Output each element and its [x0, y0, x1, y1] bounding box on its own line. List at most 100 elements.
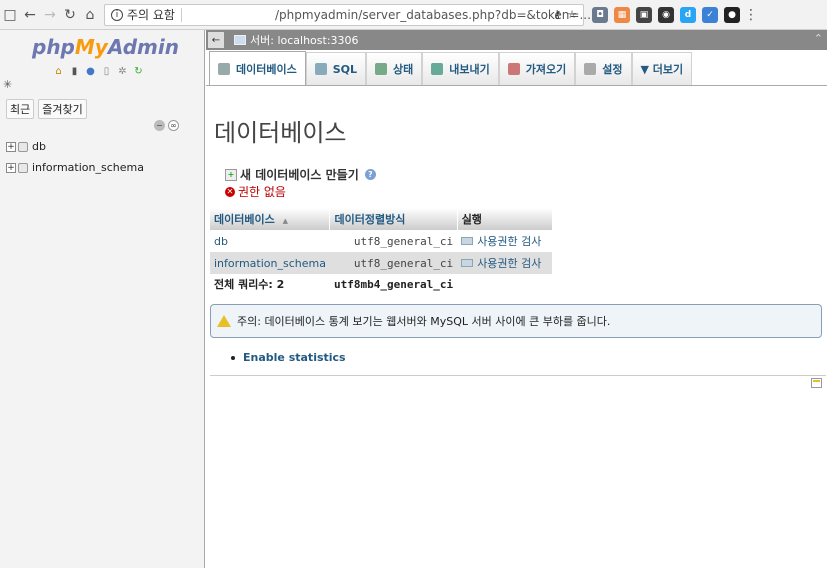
phpmyadmin-logo[interactable]: phpMyAdmin	[32, 35, 179, 59]
ext-dark-icon[interactable]: ▣	[636, 6, 652, 23]
error-icon: ✕	[225, 186, 235, 197]
check-privileges-cell: 사용권한 검사	[457, 230, 553, 252]
check-privileges-link[interactable]: 사용권한 검사	[461, 233, 548, 249]
logo-php: php	[32, 35, 75, 59]
settings-gear-icon[interactable]: ✲	[116, 65, 129, 78]
create-database-link[interactable]: + 새 데이터베이스 만들기 ?	[225, 166, 376, 183]
sort-ascending-icon: ▲	[282, 217, 288, 225]
databases-table: 데이터베이스 ▲ 데이터정렬방식 실행 db utf8_general_ci 사…	[210, 208, 553, 294]
check-privileges-label[interactable]: 사용권한 검사	[477, 233, 541, 249]
bullet-icon	[231, 355, 235, 360]
security-label: 주의 요함	[127, 8, 175, 22]
tab-2[interactable]: 상태	[366, 52, 423, 85]
logo-my: My	[74, 35, 108, 59]
tab-label[interactable]: ▼ 더보기	[641, 61, 684, 77]
tab-label[interactable]: 가져오기	[526, 61, 566, 77]
refresh-icon[interactable]: ↻	[132, 65, 145, 78]
tab-label[interactable]: 내보내기	[449, 61, 489, 77]
table-total-row: 전체 쿼리수: 2 utf8mb4_general_ci	[210, 274, 553, 294]
tab-5[interactable]: 설정	[575, 52, 632, 85]
tab-icon	[375, 63, 388, 75]
ext-shield-icon[interactable]: ◘	[592, 6, 608, 23]
info-icon: i	[111, 8, 123, 21]
tab-4[interactable]: 가져오기	[498, 52, 576, 85]
help-icon[interactable]: ?	[364, 169, 376, 180]
check-privileges-label[interactable]: 사용권한 검사	[477, 255, 541, 271]
server-label[interactable]: 서버: localhost:3306	[250, 32, 359, 48]
check-privileges-link[interactable]: 사용권한 검사	[461, 255, 548, 271]
console-toggle-icon[interactable]	[811, 378, 822, 388]
security-indicator[interactable]: i 주의 요함	[105, 7, 182, 22]
tab-0[interactable]: 데이터베이스	[209, 51, 306, 85]
tab-label[interactable]: SQL	[333, 63, 357, 76]
loading-spinner-icon: ✳	[3, 78, 13, 91]
ext-d-icon[interactable]: d	[680, 6, 696, 23]
divider	[210, 375, 826, 376]
nav-toggle-arrow-icon[interactable]: ←	[208, 32, 224, 48]
column-header-collation[interactable]: 데이터정렬방식	[329, 208, 458, 230]
logo-admin: Admin	[107, 35, 179, 59]
link-icon[interactable]: ∞	[168, 120, 179, 131]
ext-check-icon[interactable]: ✓	[702, 6, 718, 23]
tree-item-label[interactable]: db	[32, 140, 46, 153]
tab-label[interactable]: 설정	[602, 61, 622, 77]
recent-tab[interactable]: 최근	[6, 99, 35, 119]
ext-profile-icon[interactable]: ●	[724, 6, 740, 23]
tab-icon	[314, 63, 327, 75]
url-text[interactable]: /phpmyadmin/server_databases.php?db=&tok…	[275, 8, 591, 22]
navigation-panel: phpMyAdmin ⌂ ▮ ● ▯ ✲ ↻ ✳ 최근 즐겨찾기 − ∞ + d…	[0, 30, 205, 568]
server-breadcrumb: ← 서버: localhost:3306 ⌃	[206, 30, 827, 50]
key-icon[interactable]: ⚷	[553, 8, 561, 21]
expand-icon[interactable]: +	[6, 162, 16, 173]
address-bar[interactable]: i 주의 요함 /phpmyadmin/server_databases.php…	[104, 3, 591, 26]
total-collation: utf8mb4_general_ci	[329, 274, 458, 294]
tab-label[interactable]: 상태	[393, 61, 413, 77]
collation-value: utf8_general_ci	[329, 230, 458, 252]
favorites-tab[interactable]: 즐겨찾기	[38, 99, 87, 119]
database-name[interactable]: db	[210, 230, 330, 252]
column-header-database[interactable]: 데이터베이스 ▲	[210, 208, 331, 230]
home-icon[interactable]: ⌂	[52, 65, 65, 78]
column-header-database-label[interactable]: 데이터베이스	[214, 213, 275, 226]
collapse-top-icon[interactable]: ⌃	[814, 32, 823, 45]
tab-1[interactable]: SQL	[305, 52, 367, 85]
create-database-label[interactable]: 새 데이터베이스 만들기	[240, 166, 359, 183]
forward-icon[interactable]: →	[40, 5, 60, 25]
ext-ghost-icon[interactable]: ◉	[658, 6, 674, 23]
page-title: 데이터베이스	[214, 119, 347, 147]
database-icon	[18, 141, 28, 152]
tab-switch-icon[interactable]: □	[0, 5, 20, 25]
tab-icon	[431, 63, 444, 75]
top-menu-tabs: 데이터베이스 SQL 상태 내보내기 가져오기 설정 ▼ 더보기	[206, 50, 827, 86]
notice-text: 주의: 데이터베이스 통계 보기는 웹서버와 MySQL 서버 사이에 큰 부하…	[237, 315, 611, 328]
tab-label[interactable]: 데이터베이스	[236, 61, 297, 77]
extensions-area: ◘ ▦ ▣ ◉ d ✓ ●	[592, 6, 740, 23]
tree-item-db[interactable]: + db	[6, 140, 46, 153]
logout-icon[interactable]: ▮	[68, 65, 81, 78]
tab-3[interactable]: 내보내기	[422, 52, 499, 85]
back-icon[interactable]: ←	[20, 5, 40, 25]
reload-icon[interactable]: ↻	[60, 5, 80, 25]
home-icon[interactable]: ⌂	[80, 5, 100, 25]
enable-statistics-link[interactable]: Enable statistics	[231, 351, 346, 364]
no-privileges-label: 권한 없음	[238, 185, 286, 199]
browser-toolbar: □ ← → ↻ ⌂ i 주의 요함 /phpmyadmin/server_dat…	[0, 0, 827, 30]
collapse-all-icon[interactable]: −	[154, 120, 165, 131]
docs-icon[interactable]: ▯	[100, 65, 113, 78]
menu-icon[interactable]: ⋮	[744, 7, 758, 23]
help-icon[interactable]: ●	[84, 65, 97, 78]
check-privileges-cell: 사용권한 검사	[457, 252, 553, 274]
enable-statistics-label[interactable]: Enable statistics	[243, 351, 346, 364]
statistics-warning-notice: 주의: 데이터베이스 통계 보기는 웹서버와 MySQL 서버 사이에 큰 부하…	[210, 304, 822, 338]
privileges-icon	[461, 237, 474, 245]
ext-multi-icon[interactable]: ▦	[614, 6, 630, 23]
tree-item-information-schema[interactable]: + information_schema	[6, 161, 144, 174]
warning-icon	[217, 315, 231, 327]
tree-item-label[interactable]: information_schema	[32, 161, 144, 174]
total-count: 전체 쿼리수: 2	[210, 274, 330, 294]
bookmark-star-icon[interactable]: ☆	[567, 8, 577, 21]
database-name[interactable]: information_schema	[210, 252, 330, 274]
tab-6[interactable]: ▼ 더보기	[631, 52, 693, 85]
expand-icon[interactable]: +	[6, 141, 16, 152]
tab-icon	[584, 63, 597, 75]
